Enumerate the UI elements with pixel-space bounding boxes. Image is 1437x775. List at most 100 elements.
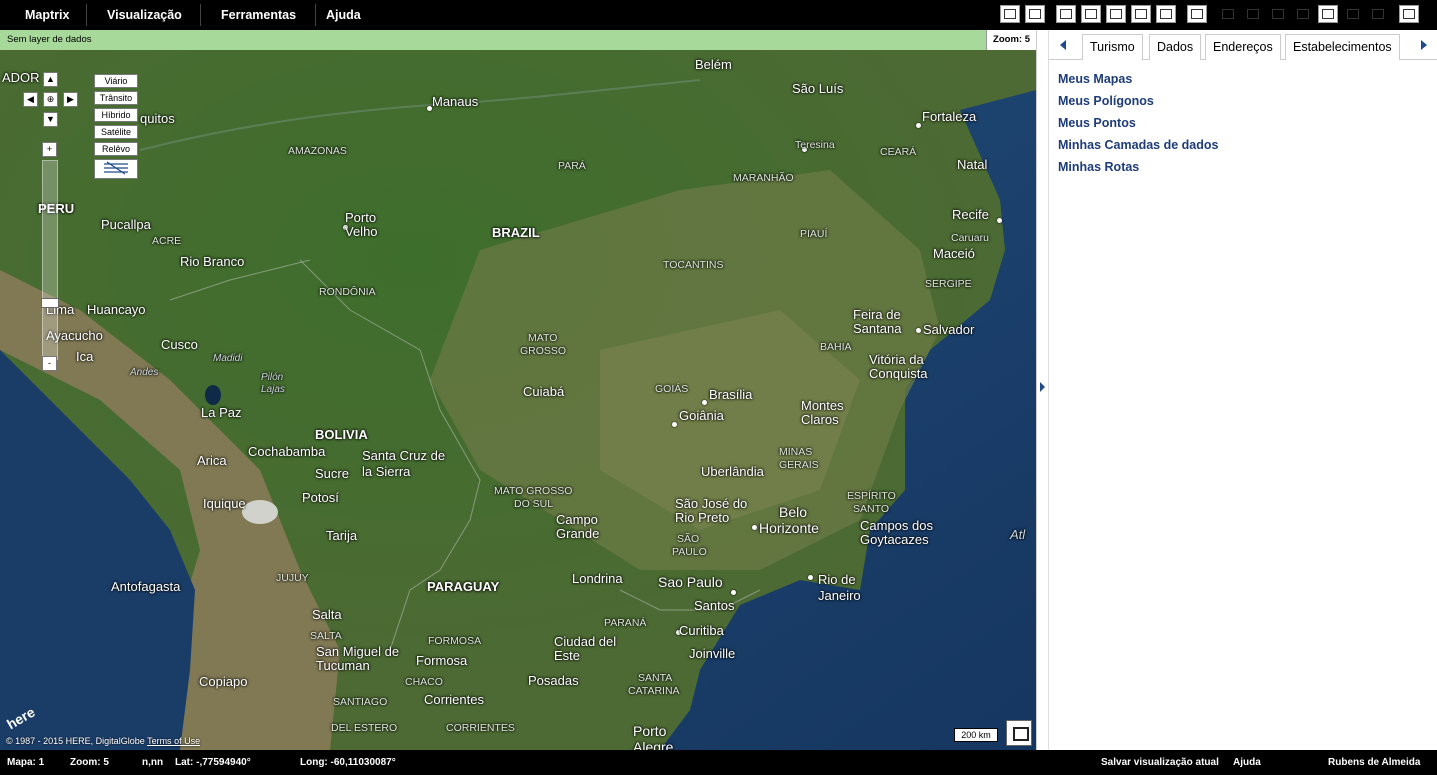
map-label-natal: Natal [957, 157, 988, 172]
map-label-belo-2: Horizonte [759, 520, 819, 536]
layout-single-icon[interactable] [1056, 5, 1076, 23]
city-marker [916, 123, 921, 128]
zoom-in-button[interactable]: + [42, 142, 57, 157]
print-preview-icon[interactable] [1343, 5, 1363, 23]
map-label-iquitos: quitos [140, 111, 175, 126]
zoom-out-button[interactable]: - [42, 356, 57, 371]
overview-map-toggle[interactable] [1006, 720, 1032, 746]
grid-split-icon[interactable] [1000, 5, 1020, 23]
panel-splitter[interactable] [1036, 30, 1049, 750]
tab-enderecos[interactable]: Endereços [1205, 34, 1281, 60]
tab-turismo[interactable]: Turismo [1082, 34, 1143, 60]
save-view-button[interactable]: Salvar visualização atual [1101, 750, 1219, 775]
layers-button[interactable] [94, 159, 138, 179]
top-menu-bar: Maptrix Visualização Ferramentas Ajuda [0, 0, 1437, 30]
fullscreen-icon[interactable] [1399, 5, 1419, 23]
map-label-amazonas: AMAZONAS [288, 145, 347, 157]
menu-visualizacao[interactable]: Visualização [107, 0, 182, 30]
layout-vertical-icon[interactable] [1081, 5, 1101, 23]
map-label-bolivia: BOLIVIA [315, 427, 368, 442]
map-label-santacatarina-2: CATARINA [628, 685, 680, 697]
map-label-bahia: BAHIA [820, 341, 852, 353]
zoom-slider[interactable] [42, 160, 58, 360]
map-label-rondonia: RONDÔNIA [319, 286, 376, 298]
map-label-portoalegre-2: Alegre [633, 739, 674, 750]
pan-center-button[interactable]: ⊕ [43, 92, 58, 107]
pan-up-button[interactable]: ▲ [43, 72, 58, 87]
map-label-saopaulo: Sao Paulo [658, 574, 723, 590]
map-label-santos: Santos [694, 598, 735, 613]
link-minhas-rotas[interactable]: Minhas Rotas [1058, 159, 1218, 181]
map-label-piaui: PIAUÍ [800, 228, 828, 240]
menu-ajuda[interactable]: Ajuda [326, 0, 361, 30]
tab-prev-icon[interactable] [1060, 40, 1066, 50]
maptype-viario-button[interactable]: Viário [94, 74, 138, 88]
status-user-name[interactable]: Rubens de Almeida [1328, 750, 1420, 775]
zoom-level-label: Zoom: 5 [986, 30, 1036, 50]
menu-maptrix[interactable]: Maptrix [25, 0, 69, 30]
layout-four-icon[interactable] [1156, 5, 1176, 23]
grid-merge-icon[interactable] [1025, 5, 1045, 23]
map-label-parana: PARANÁ [604, 617, 647, 629]
status-help-link[interactable]: Ajuda [1233, 750, 1261, 775]
map-label-iquique: Iquique [203, 496, 246, 511]
pan-down-button[interactable]: ▼ [43, 112, 58, 127]
map-label-curitiba: Curitiba [679, 623, 724, 638]
map-label-cuiaba: Cuiabá [523, 384, 565, 399]
map-label-andes: Andes [130, 367, 159, 378]
ruler-icon[interactable] [1268, 5, 1288, 23]
map-label-msul-2: DO SUL [514, 498, 554, 510]
map-label-atlantic: Atl [1010, 527, 1026, 542]
tab-next-icon[interactable] [1421, 40, 1427, 50]
map-label-goiania: Goiânia [679, 408, 724, 423]
status-nn: n,nn [142, 757, 164, 768]
pan-right-button[interactable]: ▶ [63, 92, 78, 107]
map-label-tocantins: TOCANTINS [663, 259, 724, 271]
city-marker [731, 590, 736, 595]
pan-left-button[interactable]: ◀ [23, 92, 38, 107]
layout-horizontal-icon[interactable] [1106, 5, 1126, 23]
link-meus-pontos[interactable]: Meus Pontos [1058, 115, 1218, 137]
layout-three-icon[interactable] [1131, 5, 1151, 23]
maptype-hibrido-button[interactable]: Híbrido [94, 108, 138, 122]
panel-tabs: Turismo Dados Endereços Estabelecimentos [1049, 30, 1437, 60]
link-minhas-camadas[interactable]: Minhas Camadas de dados [1058, 137, 1218, 159]
terms-of-use-link[interactable]: Terms of Use [147, 736, 200, 746]
link-meus-mapas[interactable]: Meus Mapas [1058, 71, 1218, 93]
menu-divider [315, 4, 316, 26]
satellite-map[interactable]: Belém São Luís Manaus Fortaleza Teresina… [0, 50, 1036, 750]
zoom-slider-handle[interactable] [41, 298, 59, 308]
maptype-satelite-button[interactable]: Satélite [94, 125, 138, 139]
sync-maps-icon[interactable] [1187, 5, 1207, 23]
legend-icon[interactable] [1318, 5, 1338, 23]
tab-estabelecimentos[interactable]: Estabelecimentos [1285, 34, 1400, 60]
map-label-espirito-1: ESPÍRITO [847, 490, 896, 502]
maptype-transito-button[interactable]: Trânsito [94, 91, 138, 105]
tab-dados[interactable]: Dados [1149, 34, 1202, 60]
layers-icon [104, 161, 128, 175]
zoom-search-icon[interactable] [1293, 5, 1313, 23]
side-panel: Turismo Dados Endereços Estabelecimentos… [1049, 30, 1437, 750]
map-label-londrina: Londrina [572, 571, 623, 586]
map-label-antofagasta: Antofagasta [111, 579, 181, 594]
map-label-posadas: Posadas [528, 673, 579, 688]
city-marker [702, 400, 707, 405]
map-label-potosi: Potosí [302, 490, 339, 505]
map-label-manaus: Manaus [432, 94, 479, 109]
pointer-info-icon[interactable] [1218, 5, 1238, 23]
map-label-brazil: BRAZIL [492, 225, 540, 240]
map-label-formosa: Formosa [416, 653, 468, 668]
collapse-arrow-icon[interactable] [1040, 382, 1045, 392]
map-label-lapaz: La Paz [201, 405, 242, 420]
info-balloon-icon[interactable] [1243, 5, 1263, 23]
map-label-saojose-1: São José do [675, 496, 748, 511]
status-longitude: Long: -60,11030087° [300, 757, 396, 768]
map-label-santiagodelestero-1: SANTIAGO [333, 696, 388, 708]
map-label-recife: Recife [952, 207, 989, 222]
menu-ferramentas[interactable]: Ferramentas [221, 0, 296, 30]
map-label-campogrande-1: Campo [556, 512, 598, 527]
maptype-relevo-button[interactable]: Relêvo [94, 142, 138, 156]
menu-divider [200, 4, 201, 26]
print-icon[interactable] [1368, 5, 1388, 23]
link-meus-poligonos[interactable]: Meus Polígonos [1058, 93, 1218, 115]
